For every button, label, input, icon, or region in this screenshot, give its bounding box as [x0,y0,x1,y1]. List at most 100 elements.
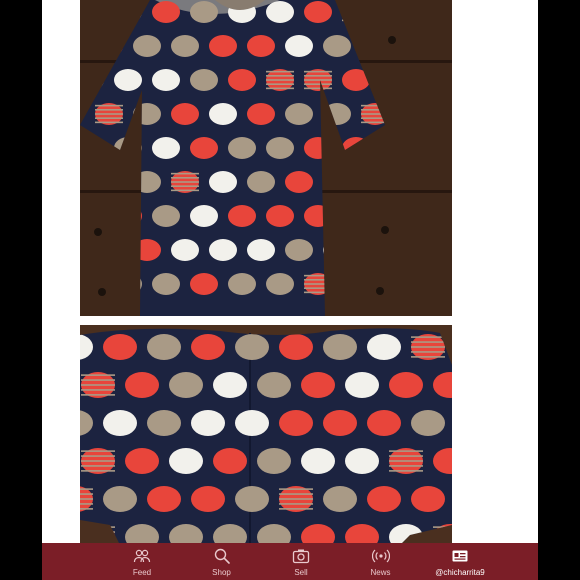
polka-dot [147,334,181,360]
polka-dot [125,372,159,398]
broadcast-icon [371,547,390,565]
bottom-tab-bar: Feed Shop Sell News @chicharrita9 [42,543,538,580]
polka-dot [304,1,332,23]
polka-dot [367,486,401,512]
polka-dot [114,69,142,91]
polka-dot [257,448,291,474]
polka-dot [228,205,256,227]
polka-dot [190,273,218,295]
polka-dot [152,137,180,159]
polka-dot [301,372,335,398]
drawer-knob [98,288,106,296]
polka-dot [235,410,269,436]
polka-dot [191,486,225,512]
polka-dot [103,486,137,512]
polka-dot [323,486,357,512]
polka-dot [169,372,203,398]
polka-dot [279,410,313,436]
polka-dot [411,334,445,360]
polka-dot [228,273,256,295]
polka-dot [228,137,256,159]
polka-dot [209,171,237,193]
polka-dot [209,239,237,261]
polka-dot [190,137,218,159]
polka-dot [213,372,247,398]
polka-dot [389,448,423,474]
polka-dot [147,486,181,512]
tab-sell-label: Sell [294,568,308,577]
search-icon [213,547,231,565]
polka-dot [285,171,313,193]
polka-dot [228,69,256,91]
polka-dot [191,410,225,436]
polka-dot [279,334,313,360]
polka-dot [147,410,181,436]
polka-dot [304,69,332,91]
polka-dot [213,448,247,474]
polka-dot [152,1,180,23]
polka-dot [152,205,180,227]
polka-dot [285,35,313,57]
camera-icon [292,547,310,565]
polka-dot [345,448,379,474]
polka-dot [257,372,291,398]
polka-dot [125,448,159,474]
drawer-knob [94,228,102,236]
polka-dot [81,448,115,474]
tab-feed[interactable]: Feed [119,543,165,580]
tab-news[interactable]: News [358,543,404,580]
dress-front-image [80,0,452,316]
polka-dot [266,137,294,159]
drawer-knob [388,36,396,44]
polka-dot [247,103,275,125]
polka-dot [171,239,199,261]
polka-dot [285,239,313,261]
tab-feed-label: Feed [132,568,152,577]
tab-shop[interactable]: Shop [199,543,245,580]
listing-photo-back[interactable] [80,325,452,545]
polka-dot [266,273,294,295]
polka-dot [367,410,401,436]
profile-card-icon [451,547,469,565]
dress-back-image [80,325,452,545]
polka-dot [345,372,379,398]
polka-dot [81,372,115,398]
polka-dot [190,69,218,91]
tab-shop-label: Shop [212,568,231,577]
polka-dot [152,69,180,91]
drawer-knob [376,287,384,295]
polka-dot [191,334,225,360]
tab-news-label: News [370,568,391,577]
tab-profile[interactable]: @chicharrita9 [435,543,485,580]
polka-dot [247,239,275,261]
polka-dot [133,35,161,57]
polka-dot [209,103,237,125]
polka-dot [266,69,294,91]
polka-dot [103,410,137,436]
polka-dot [367,334,401,360]
polka-dot [301,448,335,474]
polka-dot [209,35,237,57]
polka-dot [411,486,445,512]
polka-dot [247,35,275,57]
polka-dot [247,171,275,193]
polka-dot [285,103,313,125]
polka-dot [171,35,199,57]
polka-dot [323,410,357,436]
polka-dot [171,171,199,193]
dress-body [80,328,452,545]
polka-dot [323,35,351,57]
polka-dot [323,334,357,360]
listing-photo-front[interactable] [80,0,452,316]
polka-dot [279,486,313,512]
people-icon [133,547,151,565]
tab-sell[interactable]: Sell [278,543,324,580]
drawer-knob [381,226,389,234]
polka-dot [152,273,180,295]
polka-dot [411,410,445,436]
polka-dot [266,1,294,23]
tab-profile-label: @chicharrita9 [435,568,485,577]
polka-dot [235,334,269,360]
polka-dot [235,486,269,512]
polka-dot [95,103,123,125]
